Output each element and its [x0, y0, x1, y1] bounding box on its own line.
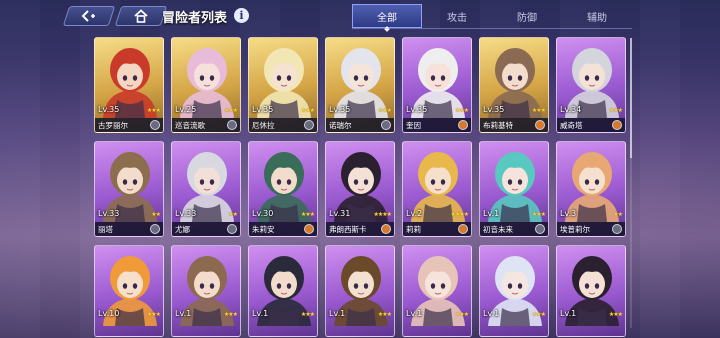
- level-label: Lv.1: [560, 309, 577, 318]
- class-badge-icon: [381, 120, 391, 130]
- adventurer-card[interactable]: Lv.2 ★★★★ 莉莉: [402, 141, 472, 237]
- level-label: Lv.1: [175, 309, 192, 318]
- adventurer-card[interactable]: Lv.1 ★★★: [325, 245, 395, 337]
- adventurer-card[interactable]: Lv.31 ★★★★ 弗朗西斯卡: [325, 141, 395, 237]
- star-rating: ★★★: [223, 107, 238, 114]
- home-button[interactable]: [114, 6, 168, 26]
- tab-divider: [352, 28, 632, 29]
- level-label: Lv.35: [406, 105, 428, 114]
- class-badge-icon: [458, 120, 468, 130]
- star-rating: ★★★: [146, 311, 161, 318]
- adventurer-card[interactable]: Lv.35 ★★★ 奎因: [402, 37, 472, 133]
- class-badge-icon: [150, 224, 160, 234]
- adventurer-card[interactable]: Lv.25 ★★★ 巡音流歌: [171, 37, 241, 133]
- class-badge-icon: [150, 120, 160, 130]
- star-rating: ★★★: [608, 311, 623, 318]
- class-badge-icon: [612, 120, 622, 130]
- level-label: Lv.35: [329, 105, 351, 114]
- star-rating: ★★★: [531, 211, 546, 218]
- star-rating: ★★★: [454, 311, 469, 318]
- level-label: Lv.35: [483, 105, 505, 114]
- adventurer-grid: Lv.35 ★★★ 古罗丽尔 Lv.25 ★★★ 巡音流歌 Lv.35 ★★★ 厄休拉 Lv.35…: [94, 37, 628, 337]
- class-badge-icon: [612, 224, 622, 234]
- level-label: Lv.33: [175, 209, 197, 218]
- level-label: Lv.2: [406, 209, 423, 218]
- level-label: Lv.33: [98, 209, 120, 218]
- level-label: Lv.1: [483, 209, 500, 218]
- star-rating: ★★★: [454, 107, 469, 114]
- level-label: Lv.30: [252, 209, 274, 218]
- info-icon[interactable]: i: [234, 8, 249, 23]
- star-rating: ★★★★: [373, 211, 391, 218]
- filter-tabs: 全部 攻击 防御 辅助: [352, 4, 632, 28]
- adventurer-card[interactable]: Lv.3 ★★ 埃普莉尔: [556, 141, 626, 237]
- level-label: Lv.34: [560, 105, 582, 114]
- class-badge-icon: [458, 224, 468, 234]
- star-rating: ★★: [228, 211, 238, 218]
- tab-all[interactable]: 全部: [352, 4, 422, 28]
- top-bar: 冒险者列表 i 全部 攻击 防御 辅助: [0, 0, 720, 32]
- adventurer-card[interactable]: Lv.1 ★★★: [479, 245, 549, 337]
- class-badge-icon: [535, 120, 545, 130]
- adventurer-card[interactable]: Lv.33 ★★ 丽塔: [94, 141, 164, 237]
- level-label: Lv.1: [252, 309, 269, 318]
- star-rating: ★★★: [608, 107, 623, 114]
- class-badge-icon: [304, 120, 314, 130]
- adventurer-card[interactable]: Lv.35 ★★★ 诺瑞尔: [325, 37, 395, 133]
- adventurer-card[interactable]: Lv.1 ★★★: [248, 245, 318, 337]
- level-label: Lv.35: [252, 105, 274, 114]
- adventurer-card[interactable]: Lv.1 ★★★ 初音未来: [479, 141, 549, 237]
- class-badge-icon: [381, 224, 391, 234]
- class-badge-icon: [227, 224, 237, 234]
- star-rating: ★★★: [223, 311, 238, 318]
- back-button[interactable]: [62, 6, 116, 26]
- adventurer-card[interactable]: Lv.30 ★★★ 朱莉安: [248, 141, 318, 237]
- back-arrow-icon: [81, 10, 95, 22]
- tab-attack[interactable]: 攻击: [422, 4, 492, 28]
- star-rating: ★★★: [377, 311, 392, 318]
- level-label: Lv.31: [329, 209, 351, 218]
- star-rating: ★★★: [300, 211, 315, 218]
- star-rating: ★★★: [531, 107, 546, 114]
- star-rating: ★★★: [300, 107, 315, 114]
- page-title: 冒险者列表: [162, 11, 228, 26]
- level-label: Lv.1: [406, 309, 423, 318]
- adventurer-card[interactable]: Lv.34 ★★★ 威奇塔: [556, 37, 626, 133]
- level-label: Lv.1: [329, 309, 346, 318]
- adventurer-card[interactable]: Lv.33 ★★ 尤娜: [171, 141, 241, 237]
- class-badge-icon: [227, 120, 237, 130]
- star-rating: ★★: [613, 211, 623, 218]
- level-label: Lv.1: [483, 309, 500, 318]
- class-badge-icon: [535, 224, 545, 234]
- adventurer-card[interactable]: Lv.35 ★★★ 布莉基特: [479, 37, 549, 133]
- star-rating: ★★★: [146, 107, 161, 114]
- adventurer-card[interactable]: Lv.10 ★★★: [94, 245, 164, 337]
- class-badge-icon: [304, 224, 314, 234]
- home-icon: [134, 9, 148, 23]
- star-rating: ★★: [151, 211, 161, 218]
- adventurer-card[interactable]: Lv.1 ★★★: [402, 245, 472, 337]
- adventurer-card[interactable]: Lv.1 ★★★: [556, 245, 626, 337]
- tab-defense[interactable]: 防御: [492, 4, 562, 28]
- adventurer-card[interactable]: Lv.1 ★★★: [171, 245, 241, 337]
- star-rating: ★★★★: [450, 211, 468, 218]
- adventurer-card[interactable]: Lv.35 ★★★ 古罗丽尔: [94, 37, 164, 133]
- level-label: Lv.35: [98, 105, 120, 114]
- tab-support[interactable]: 辅助: [562, 4, 632, 28]
- level-label: Lv.25: [175, 105, 197, 114]
- scrollbar-thumb[interactable]: [630, 38, 632, 158]
- star-rating: ★★★: [300, 311, 315, 318]
- star-rating: ★★★: [377, 107, 392, 114]
- level-label: Lv.10: [98, 309, 120, 318]
- star-rating: ★★★: [531, 311, 546, 318]
- level-label: Lv.3: [560, 209, 577, 218]
- adventurer-card[interactable]: Lv.35 ★★★ 厄休拉: [248, 37, 318, 133]
